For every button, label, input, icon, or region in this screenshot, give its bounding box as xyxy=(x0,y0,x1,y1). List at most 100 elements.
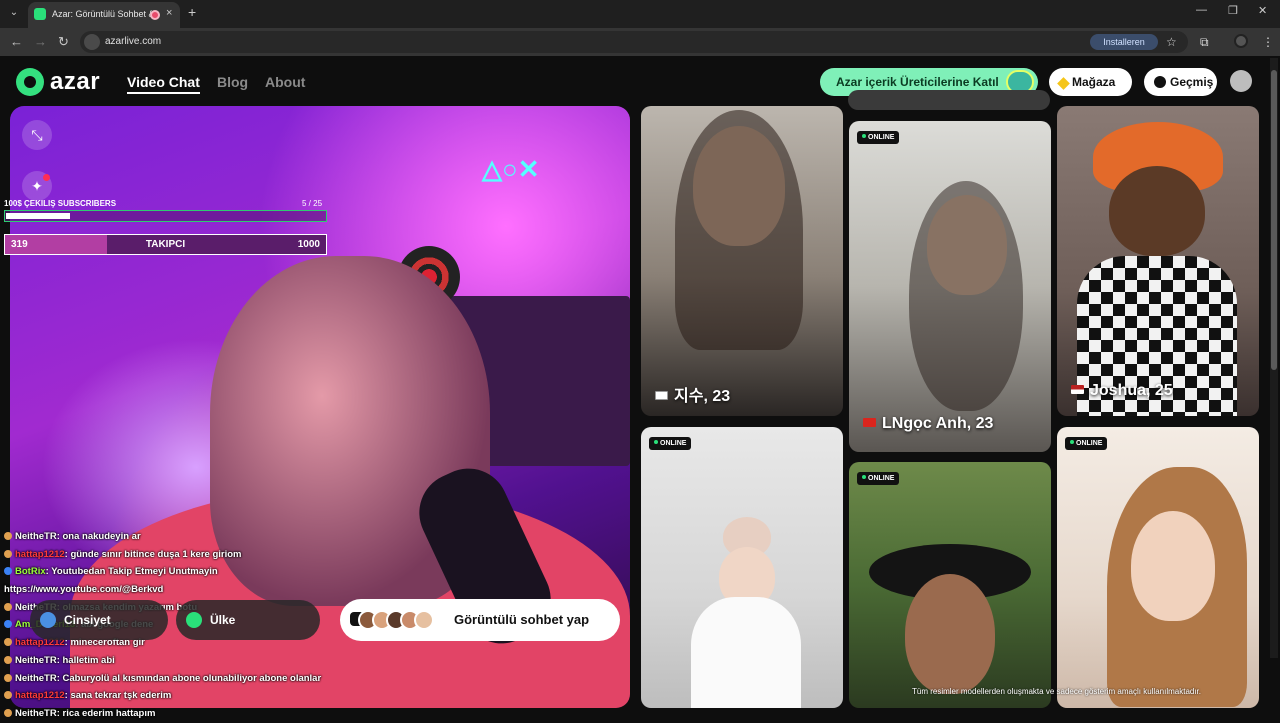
online-badge: ONLINE xyxy=(649,437,692,450)
chat-message: hattap1212: sana tekrar tşk ederim xyxy=(4,687,364,705)
gender-filter-label: Cinsiyet xyxy=(64,613,111,627)
profile-card[interactable]: ONLINE xyxy=(849,462,1051,708)
chat-username: hattap1212 xyxy=(15,690,65,702)
profile-name: 지수, 23 xyxy=(655,382,730,406)
gender-filter-button[interactable]: Cinsiyet xyxy=(30,600,168,640)
profile-card[interactable]: ONLINE xyxy=(1057,427,1259,708)
chat-badge-icon xyxy=(4,708,12,717)
close-window-icon[interactable]: ✕ xyxy=(1258,4,1267,17)
maximize-icon[interactable]: ❐ xyxy=(1228,4,1238,17)
user-avatar[interactable] xyxy=(1230,70,1252,92)
start-video-chat-label: Görüntülü sohbet yap xyxy=(454,612,590,627)
korea-flag-icon xyxy=(655,391,668,400)
address-bar: ← → ↻ azarlive.com xyxy=(0,28,1280,56)
usa-flag-icon xyxy=(1071,385,1084,394)
new-tab-icon[interactable]: + xyxy=(188,4,196,20)
browser-tab[interactable]: Azar: Görüntülü Sohbet & V × xyxy=(28,2,180,28)
chat-username: BotRix xyxy=(15,566,46,578)
chat-badge-icon xyxy=(4,602,12,611)
tab-search-icon[interactable]: ⌄ xyxy=(6,5,22,21)
chat-text: : Youtubedan Takip Etmeyi Unutmayin xyxy=(45,566,218,578)
extensions-icon[interactable]: ⧉ xyxy=(1200,35,1209,50)
profile-card[interactable]: Joshua, 25 xyxy=(1057,106,1259,416)
back-icon[interactable]: ← xyxy=(10,34,23,49)
neon-sign: △○✕ xyxy=(482,154,540,184)
image-disclaimer: Tüm resimler modellerden oluşmakta ve sa… xyxy=(912,687,1202,696)
tab-title: Azar: Görüntülü Sohbet & V xyxy=(52,9,152,19)
chat-badge-icon xyxy=(4,532,12,540)
chat-badge-icon xyxy=(4,567,12,576)
vietnam-flag-icon xyxy=(863,418,876,427)
profile-card[interactable]: 지수, 23 xyxy=(641,106,843,416)
online-badge: ONLINE xyxy=(857,472,900,485)
profile-photo xyxy=(1109,166,1205,256)
follower-goal-bar: TAKIPCI 319 1000 xyxy=(4,234,327,255)
region-filter-label: Ülke xyxy=(210,613,236,627)
giveaway-progress-bar xyxy=(4,210,327,222)
chat-message: NeitheTR: halletim abi xyxy=(4,652,364,670)
profile-card[interactable]: ONLINE xyxy=(641,427,843,708)
chat-username: NeitheTR xyxy=(15,531,57,542)
giveaway-count: 5 / 25 xyxy=(302,199,323,208)
profile-photo xyxy=(905,574,995,694)
region-filter-button[interactable]: Ülke xyxy=(176,600,320,640)
browser-tabbar: ⌄ Azar: Görüntülü Sohbet & V × + — ❐ ✕ xyxy=(0,0,1280,28)
reload-icon[interactable]: ↻ xyxy=(58,34,69,50)
site-info-icon[interactable] xyxy=(84,34,100,50)
chat-text: : sana tekrar tşk ederim xyxy=(64,690,172,702)
chat-text: : rica ederim hattapım xyxy=(56,707,156,719)
profile-card[interactable]: ONLINE LNgọc Anh, 23 xyxy=(849,121,1051,452)
tab-close-icon[interactable]: × xyxy=(166,7,172,19)
minimize-icon[interactable]: — xyxy=(1196,4,1207,16)
chat-text: : ona nakudeyin ar xyxy=(56,531,141,542)
chat-message: https://www.youtube.com/@Berkvd xyxy=(4,581,364,599)
chat-message: hattap1212: günde sınır bitince duşa 1 k… xyxy=(4,546,364,564)
profile-card-partial[interactable] xyxy=(848,90,1050,110)
azar-site: azar Video Chat Blog About Azar içerik Ü… xyxy=(0,56,1280,720)
chat-message: NeitheTR: Caburyolü al kısmından abone o… xyxy=(4,670,364,688)
chat-text: : günde sınır bitince duşa 1 kere giriom xyxy=(64,548,242,560)
chat-badge-icon xyxy=(4,691,12,700)
url-field[interactable]: azarlive.com xyxy=(80,31,1188,53)
globe-icon xyxy=(186,612,202,628)
chat-badge-icon xyxy=(4,673,12,682)
scrollbar-thumb[interactable] xyxy=(1271,70,1277,370)
browser-profile-icon[interactable] xyxy=(1234,34,1248,48)
start-video-chat-button[interactable]: Görüntülü sohbet yap xyxy=(340,599,620,641)
giveaway-progress-fill xyxy=(6,213,70,219)
logo-text[interactable]: azar xyxy=(50,68,100,96)
forward-icon[interactable]: → xyxy=(34,34,47,49)
giveaway-label: 100$ ÇEKILIŞ SUBSCRIBERS xyxy=(4,199,117,208)
browser-menu-icon[interactable]: ⋮ xyxy=(1262,35,1274,49)
notification-dot xyxy=(43,174,50,181)
creator-join-label: Azar içerik Üreticilerine Katıl xyxy=(836,75,999,89)
bookmark-star-icon[interactable]: ☆ xyxy=(1166,35,1177,49)
gender-icon xyxy=(40,612,56,628)
chat-username: hattap1212 xyxy=(15,548,65,560)
chat-text: : halletim abi xyxy=(56,654,115,666)
chat-badge-icon xyxy=(4,620,12,629)
minimize-video-icon[interactable]: ⤡ xyxy=(22,120,52,150)
install-button[interactable]: Installeren xyxy=(1090,34,1158,50)
chat-text: : Caburyolü al kısmından abone olunabili… xyxy=(56,672,322,684)
diamond-icon xyxy=(1057,77,1070,90)
nav-blog[interactable]: Blog xyxy=(217,74,248,90)
chat-username: NeitheTR xyxy=(15,707,57,719)
profile-photo xyxy=(1131,511,1215,621)
nav-about[interactable]: About xyxy=(265,74,305,90)
chat-badge-icon xyxy=(4,655,12,664)
azar-logo-icon[interactable] xyxy=(16,68,44,96)
online-badge: ONLINE xyxy=(1065,437,1108,450)
chat-username: NeitheTR xyxy=(15,672,57,684)
chat-badge-icon xyxy=(4,638,12,647)
history-button[interactable]: Geçmiş xyxy=(1144,68,1217,96)
chat-username: NeitheTR xyxy=(15,654,57,666)
online-badge: ONLINE xyxy=(857,131,900,144)
chat-message: BotRix: Youtubedan Takip Etmeyi Unutmayi… xyxy=(4,563,364,581)
store-label: Mağaza xyxy=(1072,75,1116,89)
store-button[interactable]: Mağaza xyxy=(1049,68,1132,96)
recording-icon xyxy=(150,10,160,20)
nav-video-chat[interactable]: Video Chat xyxy=(127,74,200,94)
white-coat xyxy=(691,597,801,708)
profile-name: LNgọc Anh, 23 xyxy=(863,415,993,433)
